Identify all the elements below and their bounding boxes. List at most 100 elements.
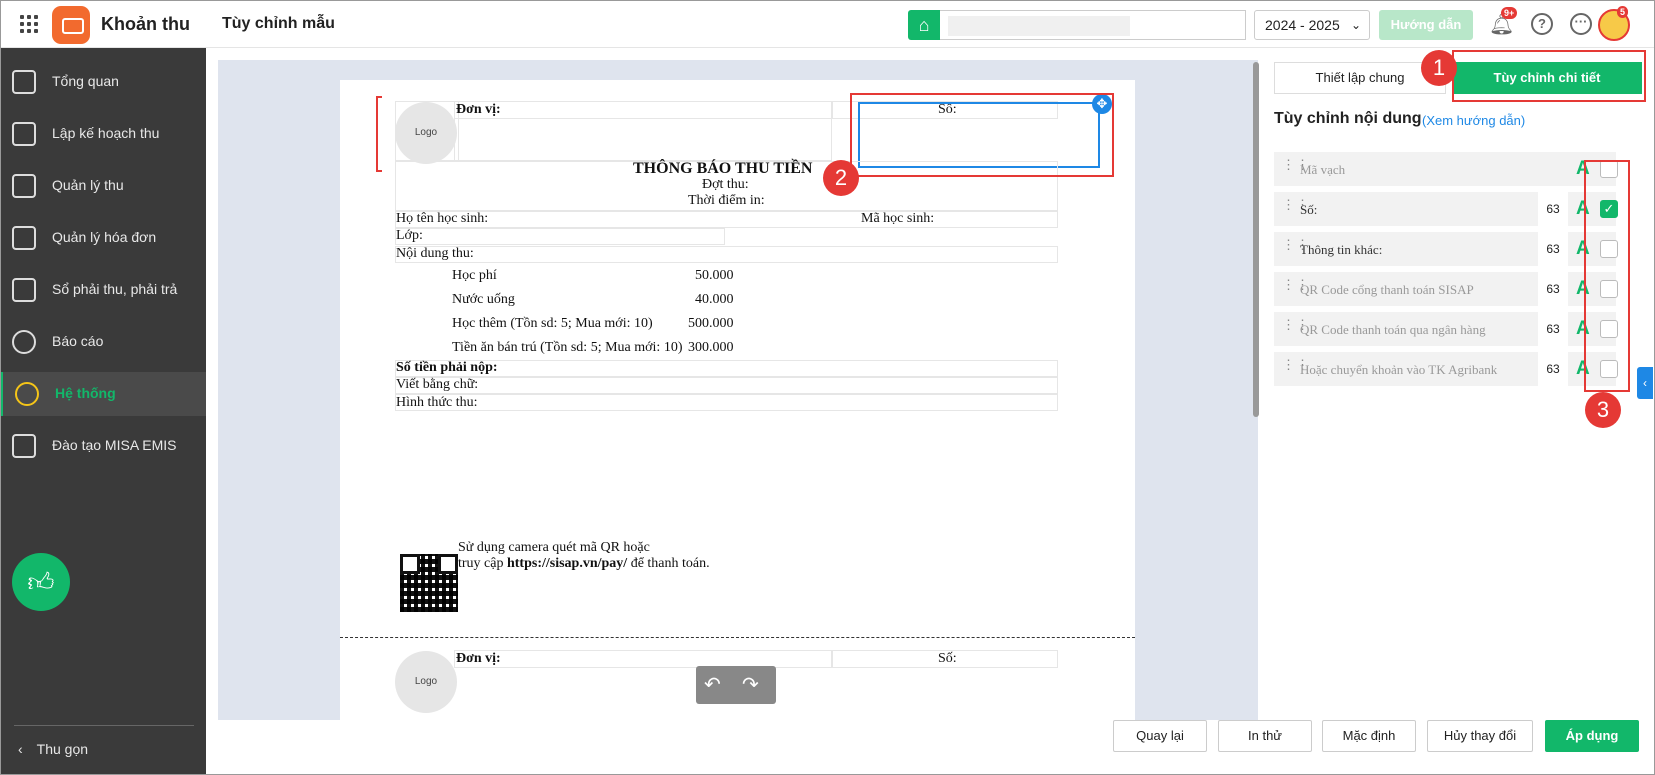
sidebar-item-lap-ke-hoach-thu[interactable]: Lập kế hoạch thu	[0, 112, 206, 156]
apply-button[interactable]: Áp dụng	[1545, 720, 1639, 752]
font-size-input[interactable]: 63	[1538, 352, 1568, 386]
content-row-bank-transfer[interactable]: ⋮⋮ Hoặc chuyển khoản vào TK Agribank 63 …	[1274, 352, 1618, 386]
qr-instruction-line2: truy cập https://sisap.vn/pay/ để thanh …	[458, 556, 710, 572]
fee-amount: 40.000	[695, 292, 734, 307]
row-label: QR Code thanh toán qua ngân hàng	[1300, 322, 1486, 337]
sidebar-item-label: Lập kế hoạch thu	[52, 125, 160, 141]
rate-thumbs-up-icon[interactable]: 👍︎	[12, 553, 70, 611]
sidebar-item-so-phai-thu[interactable]: Sổ phải thu, phải trả	[0, 268, 206, 312]
annotation-highlight-tab	[1452, 50, 1646, 102]
row-label: Thông tin khác:	[1300, 242, 1383, 257]
chevron-down-icon: ⌄	[1350, 18, 1361, 32]
qr-line2-post: để thanh toán.	[627, 556, 710, 571]
guide-button[interactable]: Hướng dẫn	[1379, 10, 1473, 40]
back-button[interactable]: Quay lại	[1113, 720, 1207, 752]
print-preview-button[interactable]: In thử	[1218, 720, 1312, 752]
fee-name: Học thêm (Tồn sd: 5; Mua mới: 10)	[452, 316, 653, 331]
words-cell	[395, 377, 1058, 394]
sidebar-item-label: Sổ phải thu, phải trả	[52, 281, 178, 297]
annotation-callout-1: 1	[1421, 50, 1457, 86]
reset-default-button[interactable]: Mặc định	[1322, 720, 1416, 752]
content-label: Nội dung thu:	[396, 246, 474, 261]
collapse-button[interactable]: ‹ Thu gọn	[18, 741, 88, 757]
annotation-bracket	[376, 96, 382, 172]
help-icon[interactable]: ?	[1531, 13, 1553, 35]
redo-icon[interactable]: ↷	[742, 672, 759, 697]
content-row-so[interactable]: ⋮⋮ Số: 63 A ✓	[1274, 192, 1618, 226]
school-select[interactable]	[940, 10, 1246, 40]
content-row-barcode[interactable]: ⋮⋮ Mã vạch A	[1274, 152, 1618, 186]
section-title: Tùy chỉnh nội dung	[1274, 110, 1422, 127]
sidebar-item-tong-quan[interactable]: Tổng quan	[0, 60, 206, 104]
home-icon[interactable]: ⌂	[908, 10, 940, 40]
sidebar-item-he-thong[interactable]: Hệ thống	[0, 372, 206, 416]
row-label: Số:	[1300, 202, 1318, 217]
drag-handle-icon[interactable]: ⋮⋮	[1282, 278, 1309, 297]
method-cell	[395, 394, 1058, 411]
cut-line	[340, 637, 1135, 638]
student-row-cell	[395, 211, 1058, 228]
total-label: Số tiền phải nộp:	[396, 360, 498, 375]
content-row-other-info[interactable]: ⋮⋮ Thông tin khác: 63 A	[1274, 232, 1618, 266]
document-icon	[12, 226, 36, 250]
collapse-label: Thu gọn	[36, 741, 89, 757]
book-icon	[12, 434, 36, 458]
unit-label-copy: Đơn vị:	[456, 651, 501, 666]
unit-label: Đơn vị:	[456, 102, 501, 117]
page-title: Tùy chỉnh mẫu	[222, 15, 335, 32]
school-name-placeholder	[948, 16, 1130, 36]
sidebar-item-bao-cao[interactable]: Báo cáo	[0, 320, 206, 364]
canvas-scrollbar[interactable]	[1253, 62, 1259, 417]
bell-icon[interactable]: 🔔︎ 9+	[1489, 7, 1518, 36]
font-size-input[interactable]: 63	[1538, 272, 1568, 306]
sidebar-item-dao-tao[interactable]: Đào tạo MISA EMIS	[0, 424, 206, 468]
row-label: QR Code cổng thanh toán SISAP	[1300, 282, 1474, 297]
font-size-input[interactable]: 63	[1538, 232, 1568, 266]
logo-placeholder-copy[interactable]: Logo	[395, 651, 457, 713]
payment-method-label: Hình thức thu:	[396, 395, 478, 410]
sidebar-item-label: Báo cáo	[52, 333, 104, 349]
class-cell	[395, 228, 725, 245]
more-icon[interactable]: ···	[1570, 13, 1592, 35]
avatar[interactable]: 5	[1598, 6, 1630, 41]
content-row-qr-bank[interactable]: ⋮⋮ QR Code thanh toán qua ngân hàng 63 A	[1274, 312, 1618, 346]
logo-placeholder[interactable]: Logo	[395, 102, 457, 164]
chevron-left-icon: ‹	[18, 741, 23, 757]
sidebar-item-label: Quản lý hóa đơn	[52, 229, 157, 245]
row-label: Hoặc chuyển khoản vào TK Agribank	[1300, 362, 1498, 377]
year-value: 2024 - 2025	[1265, 17, 1340, 33]
sidebar-item-label: Tổng quan	[52, 73, 119, 89]
drag-handle-icon[interactable]: ⋮⋮	[1282, 358, 1309, 377]
year-select[interactable]: 2024 - 2025 ⌄	[1254, 10, 1370, 40]
drag-handle-icon[interactable]: ⋮⋮	[1282, 198, 1309, 217]
top-bar: Khoản thu Tùy chỉnh mẫu ⌂ 2024 - 2025 ⌄ …	[0, 0, 1655, 48]
pie-chart-icon	[12, 330, 36, 354]
annotation-highlight-so	[850, 93, 1114, 177]
discard-changes-button[interactable]: Hủy thay đổi	[1427, 720, 1533, 752]
guide-link[interactable]: (Xem hướng dẫn)	[1422, 113, 1525, 128]
bar-chart-icon	[12, 70, 36, 94]
fee-name: Học phí	[452, 268, 497, 283]
apps-grid-icon[interactable]	[20, 15, 38, 33]
content-row-qr-sisap[interactable]: ⋮⋮ QR Code cổng thanh toán SISAP 63 A	[1274, 272, 1618, 306]
row-label: Mã vạch	[1300, 162, 1346, 177]
unit-extra-cell	[454, 118, 832, 161]
qr-url: https://sisap.vn/pay/	[506, 556, 628, 571]
ledger-icon	[12, 278, 36, 302]
sidebar: Tổng quan Lập kế hoạch thu Quản lý thu Q…	[0, 48, 206, 775]
undo-icon[interactable]: ↶	[704, 672, 721, 697]
qr-line2-pre: truy cập	[458, 556, 507, 571]
drag-handle-icon[interactable]: ⋮⋮	[1282, 158, 1309, 177]
panel-toggle-chevron-icon[interactable]: ‹	[1637, 367, 1653, 399]
qr-instruction-line1: Sử dụng camera quét mã QR hoặc	[458, 540, 650, 555]
font-size-input[interactable]: 63	[1538, 312, 1568, 346]
money-hand-icon	[12, 174, 36, 198]
fee-amount: 50.000	[695, 268, 734, 283]
font-size-input[interactable]: 63	[1538, 192, 1568, 226]
drag-handle-icon[interactable]: ⋮⋮	[1282, 238, 1309, 257]
student-name-label: Họ tên học sinh:	[396, 211, 489, 226]
drag-handle-icon[interactable]: ⋮⋮	[1282, 318, 1309, 337]
app-name: Khoản thu	[101, 14, 190, 34]
sidebar-item-quan-ly-hoa-don[interactable]: Quản lý hóa đơn	[0, 216, 206, 260]
sidebar-item-quan-ly-thu[interactable]: Quản lý thu	[0, 164, 206, 208]
